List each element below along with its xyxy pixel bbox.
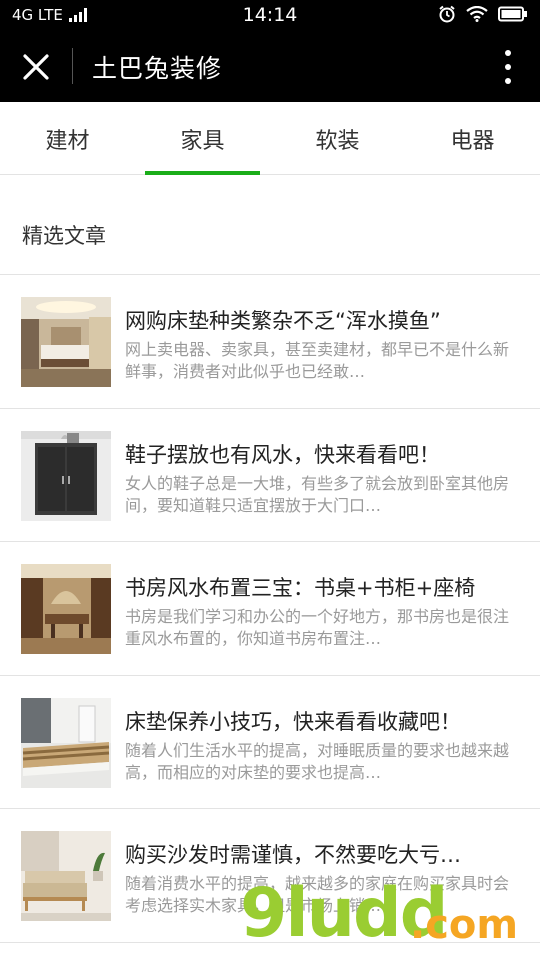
close-icon xyxy=(23,54,49,80)
article-item[interactable]: 网购床垫种类繁杂不乏“浑水摸鱼” 网上卖电器、卖家具，甚至卖建材，都早已不是什么… xyxy=(0,275,540,409)
article-title: 床垫保养小技巧，快来看看收藏吧！ xyxy=(125,709,461,734)
status-right xyxy=(438,5,528,23)
more-options-button[interactable] xyxy=(498,50,518,84)
study-room-image xyxy=(21,564,111,654)
more-icon-dot xyxy=(505,50,511,56)
tab-label: 软装 xyxy=(315,128,360,154)
article-summary: 书房是我们学习和办公的一个好地方，那书房也是很注重风水布置的，你知道书房布置注… xyxy=(125,607,510,648)
mattress-image xyxy=(21,697,111,788)
watermark-suffix: .com xyxy=(410,902,519,948)
article-item[interactable]: 书房风水布置三宝：书桌+书柜+座椅 书房是我们学习和办公的一个好地方，那书房也是… xyxy=(0,542,540,676)
tab-soft-furnishings[interactable]: 软装 xyxy=(270,102,405,175)
bedroom-image xyxy=(21,297,111,387)
category-tabs: 建材 家具 软装 电器 xyxy=(0,102,540,175)
article-title: 鞋子摆放也有风水，快来看看吧！ xyxy=(125,442,440,467)
title-bar: 土巴兔装修 xyxy=(0,32,540,102)
article-item[interactable]: 鞋子摆放也有风水，快来看看吧！ 女人的鞋子总是一大堆，有些多了就会放到卧室其他房… xyxy=(0,409,540,542)
more-icon-dot xyxy=(505,78,511,84)
article-summary: 随着人们生活水平的提高，对睡眠质量的要求也越来越高，而相应的对床垫的要求也提高… xyxy=(125,740,510,782)
wifi-icon xyxy=(466,6,488,22)
article-item[interactable]: 床垫保养小技巧，快来看看收藏吧！ 随着人们生活水平的提高，对睡眠质量的要求也越来… xyxy=(0,676,540,809)
tab-label: 家具 xyxy=(180,128,225,154)
battery-icon xyxy=(498,6,527,22)
shoe-cabinet-image xyxy=(21,430,111,521)
tab-label: 建材 xyxy=(45,128,90,154)
status-bar: 4G LTE 14:14 xyxy=(0,0,540,32)
more-icon-dot xyxy=(505,64,511,70)
site-watermark: 9ludd .com xyxy=(240,874,540,960)
tab-appliances[interactable]: 电器 xyxy=(405,102,540,175)
sofa-image xyxy=(21,831,111,921)
page-title: 土巴兔装修 xyxy=(92,54,223,83)
article-title: 购买沙发时需谨慎，不然要吃大亏… xyxy=(125,843,461,867)
article-title: 网购床垫种类繁杂不乏“浑水摸鱼” xyxy=(125,309,441,333)
article-summary: 女人的鞋子总是一大堆，有些多了就会放到卧室其他房间，要知道鞋只适宜摆放于大门口… xyxy=(125,473,510,515)
tab-label: 电器 xyxy=(450,128,495,154)
article-title: 书房风水布置三宝：书桌+书柜+座椅 xyxy=(125,576,476,600)
section-title: 精选文章 xyxy=(22,224,106,248)
tab-furniture[interactable]: 家具 xyxy=(135,102,270,175)
article-summary: 网上卖电器、卖家具，甚至卖建材，都早已不是什么新鲜事，消费者对此似乎也已经敢… xyxy=(125,340,510,381)
active-tab-indicator xyxy=(145,171,260,175)
article-list: 网购床垫种类繁杂不乏“浑水摸鱼” 网上卖电器、卖家具，甚至卖建材，都早已不是什么… xyxy=(0,275,540,943)
tab-building-materials[interactable]: 建材 xyxy=(0,102,135,175)
title-divider xyxy=(72,48,73,84)
close-button[interactable] xyxy=(14,47,58,87)
alarm-icon xyxy=(439,5,455,23)
